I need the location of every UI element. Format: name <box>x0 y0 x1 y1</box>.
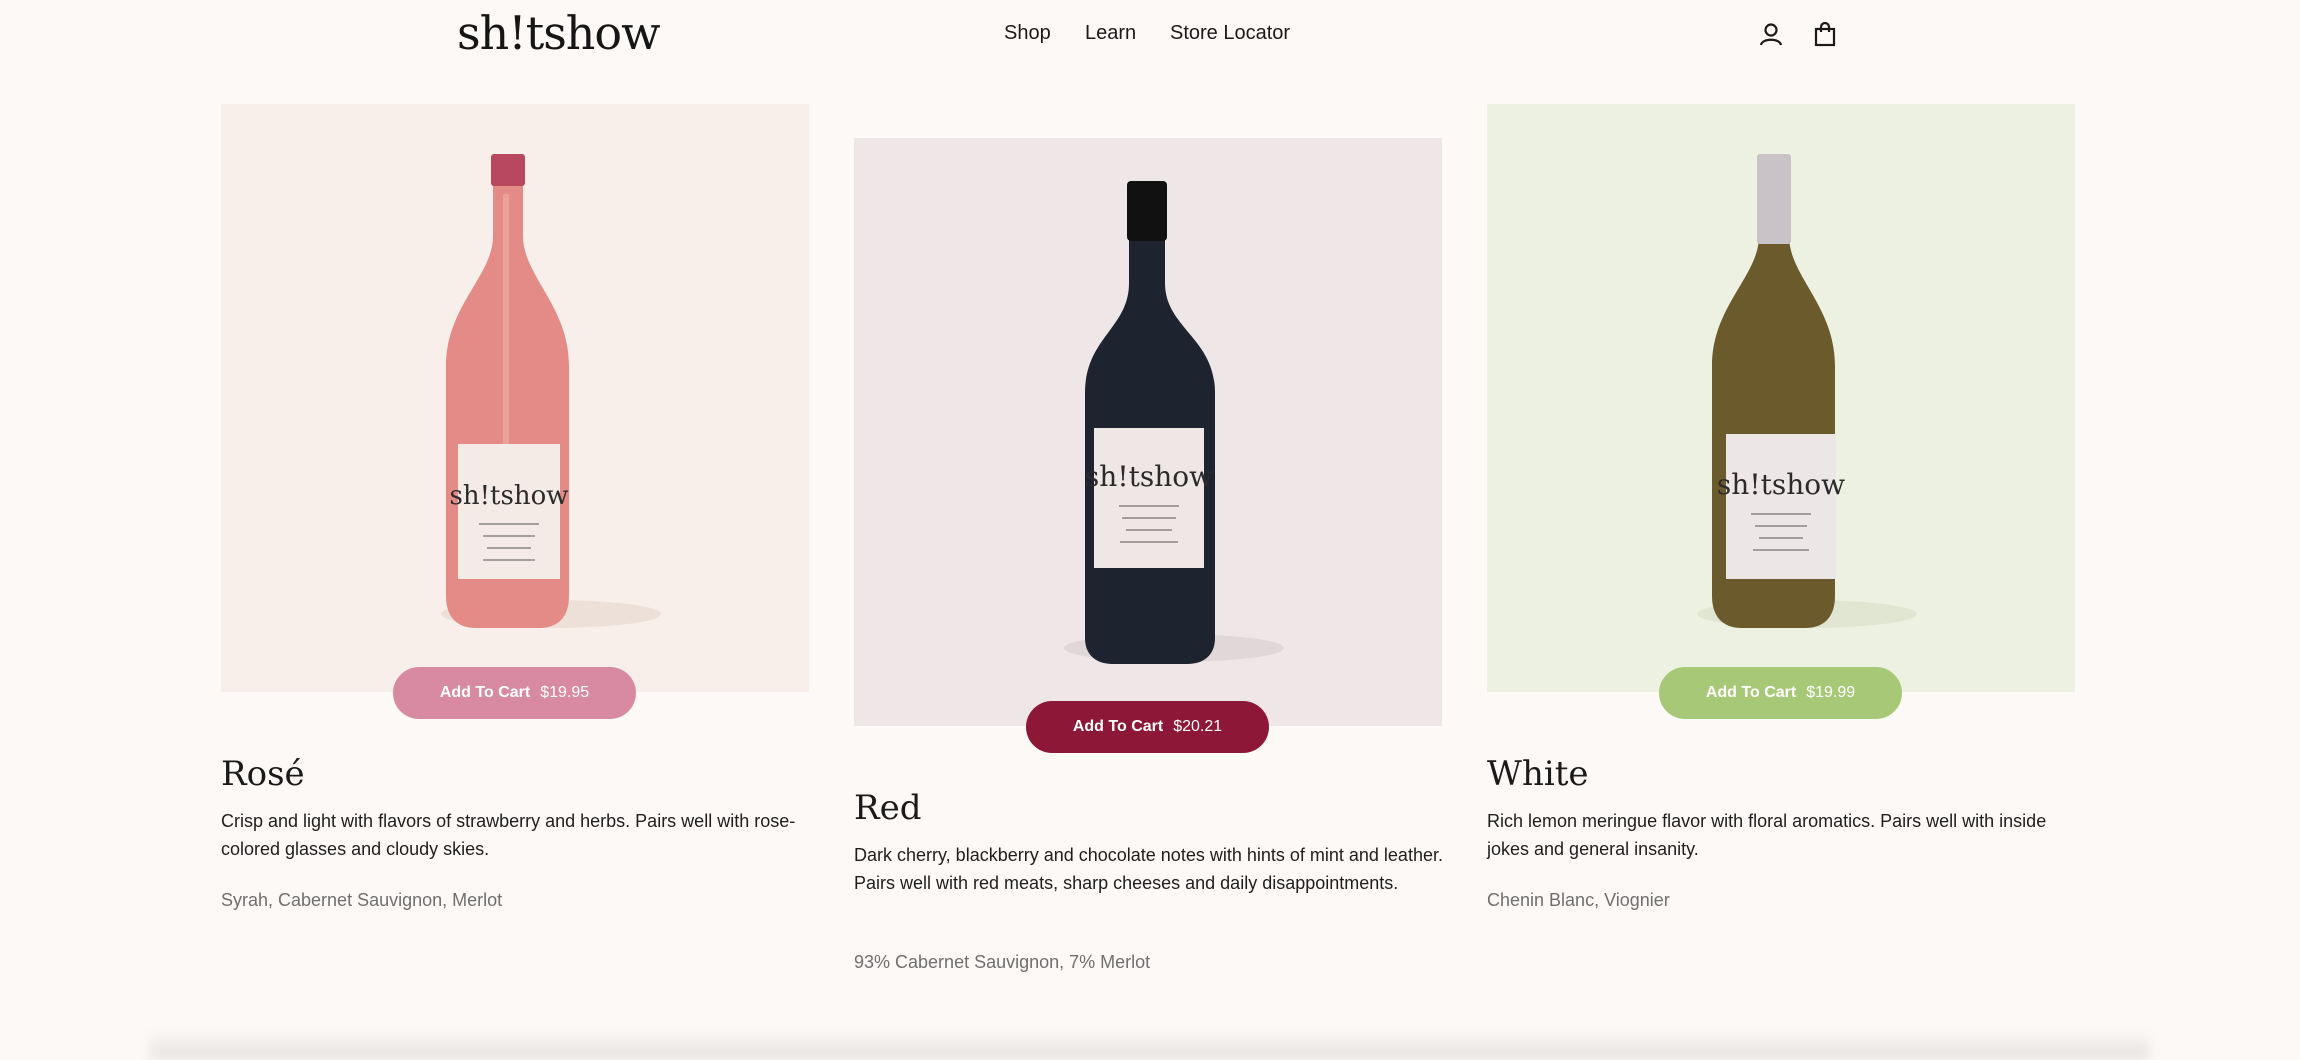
nav-shop[interactable]: Shop <box>1004 22 1051 45</box>
add-to-cart-label: Add To Cart <box>439 684 531 701</box>
add-to-cart-white-button[interactable]: Add To Cart $19.99 <box>1659 667 1902 719</box>
product-varietals-white: Chenin Blanc, Viognier <box>1487 890 1670 910</box>
product-description-white: Rich lemon meringue flavor with floral a… <box>1487 811 2047 859</box>
product-description-rose: Crisp and light with flavors of strawber… <box>221 811 796 859</box>
wine-bottle-red: sh!tshow <box>854 138 1442 726</box>
add-to-cart-red-button[interactable]: Add To Cart $20.21 <box>1026 701 1269 753</box>
product-image-white[interactable]: sh!tshow <box>1487 104 2075 692</box>
site-header: sh!tshow Shop Learn Store Locator <box>0 0 2300 70</box>
product-title-white: White <box>1487 754 1589 794</box>
add-to-cart-label: Add To Cart <box>1705 684 1797 701</box>
product-title-rose: Rosé <box>221 754 305 794</box>
product-image-rose[interactable]: sh!tshow <box>221 104 809 692</box>
add-to-cart-label: Add To Cart <box>1072 718 1164 735</box>
product-varietals-red: 93% Cabernet Sauvignon, 7% Merlot <box>854 952 1151 972</box>
price: $19.95 <box>540 684 590 701</box>
nav-learn[interactable]: Learn <box>1085 22 1136 45</box>
product-varietals-rose: Syrah, Cabernet Sauvignon, Merlot <box>221 890 503 910</box>
product-title-red: Red <box>854 788 922 828</box>
product-description-red: Dark cherry, blackberry and chocolate no… <box>854 845 1443 893</box>
add-to-cart-rose-button[interactable]: Add To Cart $19.95 <box>393 667 636 719</box>
price: $19.99 <box>1806 684 1856 701</box>
price: $20.21 <box>1173 718 1223 735</box>
site-logo[interactable]: sh!tshow <box>457 6 661 60</box>
shopping-bag-icon[interactable] <box>1811 20 1839 48</box>
account-icon[interactable] <box>1757 20 1785 48</box>
wine-bottle-white: sh!tshow <box>1487 104 2075 692</box>
wine-bottle-rose: sh!tshow <box>221 104 809 692</box>
section-divider-shadow <box>150 1030 2150 1060</box>
svg-text:sh!tshow: sh!tshow <box>1717 468 1845 501</box>
svg-text:sh!tshow: sh!tshow <box>450 481 569 511</box>
svg-text:sh!tshow: sh!tshow <box>1085 460 1213 493</box>
nav-store-locator[interactable]: Store Locator <box>1170 22 1290 45</box>
product-image-red[interactable]: sh!tshow <box>854 138 1442 726</box>
